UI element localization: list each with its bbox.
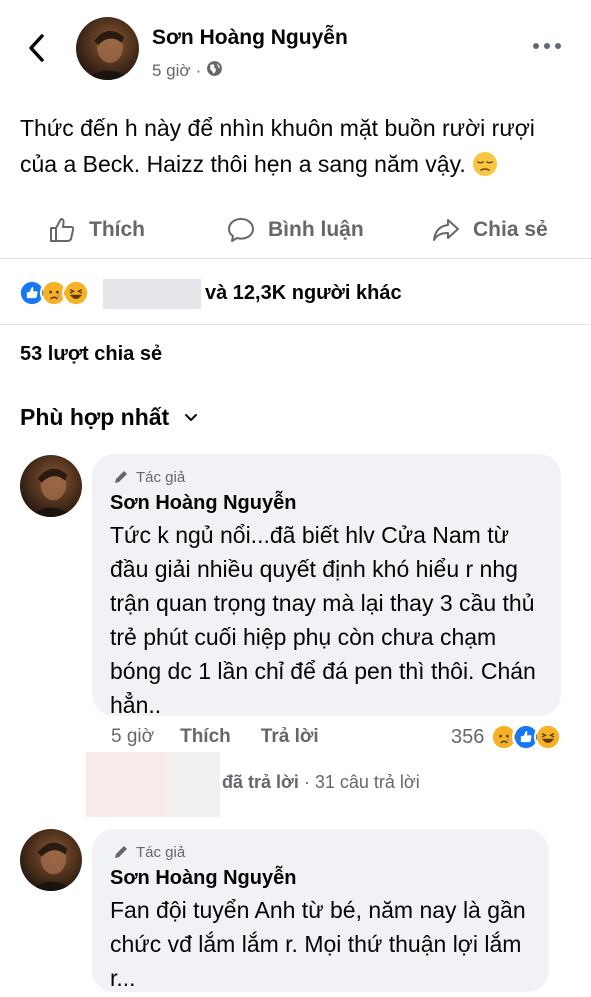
reaction-summary-text[interactable]: và 12,3K người khác (205, 282, 402, 305)
reactions-summary[interactable] (18, 278, 90, 308)
redacted-name (103, 279, 201, 309)
share-count[interactable]: 53 lượt chia sẻ (20, 343, 162, 366)
comment-author[interactable]: Sơn Hoàng Nguyễn (110, 492, 296, 515)
replies-count: 31 câu trả lời (314, 772, 420, 792)
comment-reaction-count: 356 (451, 725, 485, 748)
comment-author[interactable]: Sơn Hoàng Nguyễn (110, 867, 296, 890)
replies-text: đã trả lời (222, 772, 299, 792)
comment-text: Fan đội tuyển Anh từ bé, năm nay là gần … (110, 897, 526, 991)
haha-reaction-icon (534, 723, 563, 751)
more-options-icon[interactable] (533, 36, 573, 56)
comment-button[interactable]: Bình luận (226, 206, 364, 254)
divider (0, 258, 591, 259)
post-header: Sơn Hoàng Nguyễn 5 giờ · (0, 0, 591, 92)
replies-separator: · (303, 772, 310, 792)
like-button[interactable]: Thích (47, 206, 145, 254)
redacted-reply-avatar (86, 752, 166, 817)
comment-bubble: Tác giả Sơn Hoàng Nguyễn Fan đội tuyển A… (92, 829, 549, 992)
post-meta: 5 giờ · (152, 60, 223, 82)
post-actions: Thích Bình luận Chia sẻ (0, 206, 591, 254)
share-button[interactable]: Chia sẻ (431, 206, 548, 254)
pen-icon (115, 471, 127, 483)
haha-reaction-icon (62, 279, 90, 307)
like-label: Thích (89, 218, 145, 241)
chevron-down-icon (185, 413, 198, 421)
comment-time[interactable]: 5 giờ (111, 726, 154, 748)
post-time[interactable]: 5 giờ (152, 61, 191, 81)
post-body: Thức đến h này để nhìn khuôn mặt buồn rư… (20, 115, 535, 177)
thumbs-up-icon (50, 218, 75, 242)
sort-label: Phù hợp nhất (20, 404, 170, 430)
post-text: Thức đến h này để nhìn khuôn mặt buồn rư… (20, 110, 575, 182)
commenter-avatar[interactable] (20, 455, 82, 517)
view-replies-link[interactable]: đã trả lời · 31 câu trả lời (222, 772, 420, 793)
comment-label: Bình luận (268, 218, 364, 241)
commenter-avatar[interactable] (20, 829, 82, 891)
comment-sort-dropdown[interactable]: Phù hợp nhất (20, 404, 199, 431)
share-arrow-icon (433, 219, 459, 241)
back-icon[interactable] (22, 30, 52, 66)
comment-like-button[interactable]: Thích (180, 726, 231, 748)
author-badge: Tác giả (112, 468, 185, 486)
globe-icon (206, 60, 223, 82)
comment-reactions[interactable]: 356 (451, 722, 563, 752)
author-badge: Tác giả (112, 843, 185, 861)
comment-reply-button[interactable]: Trả lời (261, 726, 319, 748)
divider (0, 324, 591, 325)
redacted-reply-name (166, 752, 220, 817)
reaction-icons (18, 279, 90, 307)
comment-bubble-icon (228, 218, 254, 242)
comment-bubble: Tác giả Sơn Hoàng Nguyễn Tức k ngủ nổi..… (92, 454, 561, 718)
comment-meta: 5 giờ Thích Trả lời (111, 723, 319, 751)
author-name[interactable]: Sơn Hoàng Nguyễn (152, 26, 348, 50)
comment-text: Tức k ngủ nổi...đã biết hlv Cửa Nam từ đ… (110, 522, 536, 718)
meta-separator: · (195, 61, 202, 80)
author-avatar[interactable] (76, 17, 139, 80)
author-badge-label: Tác giả (136, 468, 186, 486)
share-label: Chia sẻ (473, 218, 548, 241)
pensive-face-emoji-icon (472, 151, 498, 177)
pen-icon (115, 846, 127, 858)
author-badge-label: Tác giả (136, 843, 186, 861)
